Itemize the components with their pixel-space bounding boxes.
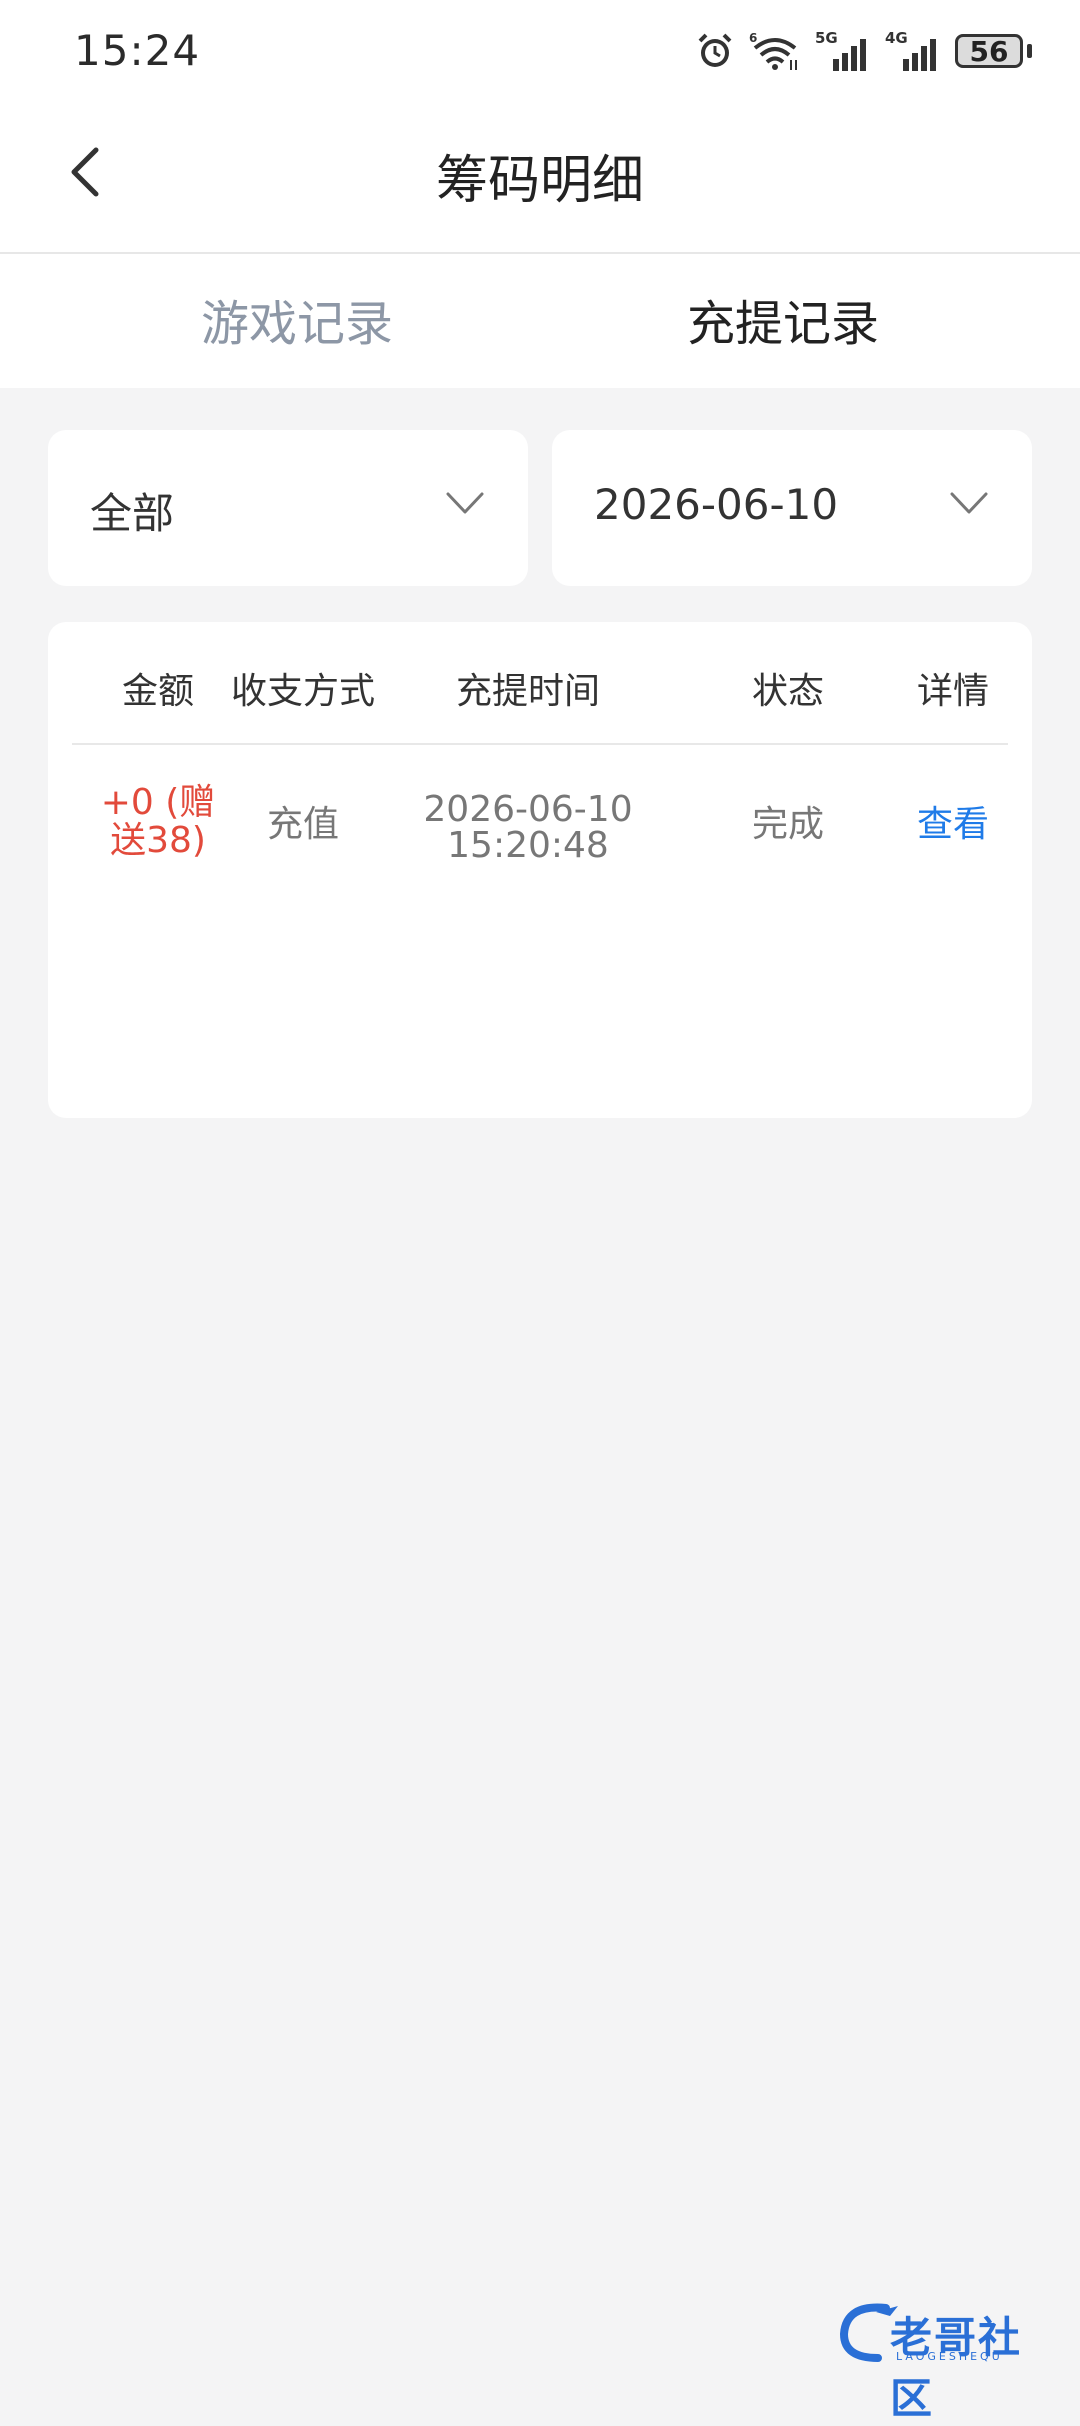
date-filter-value: 2026-06-10 [594,480,839,529]
watermark-subtext: LAOGESHEQU [896,2350,1003,2363]
header-divider [72,743,1008,745]
battery-icon: 56 [955,34,1032,68]
svg-text:6: 6 [749,31,757,45]
nav-bar: 筹码明细 [0,100,1080,254]
svg-text:5G: 5G [815,29,838,47]
tab-bar: 游戏记录 充提记录 [0,254,1080,388]
row-amount-line2: 送38) [110,820,206,861]
type-filter-dropdown[interactable]: 全部 [48,430,528,586]
row-time: 2026-06-10 15:20:48 [378,792,678,864]
row-method: 充值 [266,804,339,845]
row-date: 2026-06-10 [423,789,633,830]
view-detail-link[interactable]: 查看 [888,806,1018,844]
type-filter-value: 全部 [90,489,175,538]
row-amount: +0 (赠 送38) [88,784,228,860]
signal-4g-icon: 4G [885,29,936,71]
column-header-time: 充提时间 [455,671,600,712]
status-icons: 6 5G 4G 56 [695,26,1032,76]
battery-level: 56 [955,34,1023,68]
watermark-text: 老哥社区 [890,2313,1023,2423]
column-header-status: 状态 [751,671,824,712]
wifi-icon: 6 [749,31,797,70]
column-header-detail: 详情 [916,671,989,712]
records-table: 金额 收支方式 充提时间 状态 详情 +0 (赠 送38) 充值 2026-06… [48,622,1032,1118]
row-clock: 15:20:48 [447,825,609,866]
page-title: 筹码明细 [435,151,644,211]
chevron-down-icon [446,492,484,514]
status-bar: 15:24 6 5G 4G 56 [0,0,1080,100]
alarm-icon [698,33,732,67]
column-header-amount: 金额 [121,671,194,712]
column-header-method: 收支方式 [230,671,375,712]
date-filter-dropdown[interactable]: 2026-06-10 [552,430,1032,586]
watermark-logo: 老哥社区 LAOGESHEQU [836,2300,1062,2423]
tab-recharge-records[interactable]: 充提记录 [583,284,983,354]
signal-5g-icon: 5G [815,29,866,71]
tab-game-records[interactable]: 游戏记录 [97,284,497,354]
svg-text:4G: 4G [885,29,908,47]
row-amount-line1: +0 (赠 [100,782,216,823]
chevron-down-icon [950,492,988,514]
row-status: 完成 [751,804,824,845]
status-time: 15:24 [74,26,201,75]
